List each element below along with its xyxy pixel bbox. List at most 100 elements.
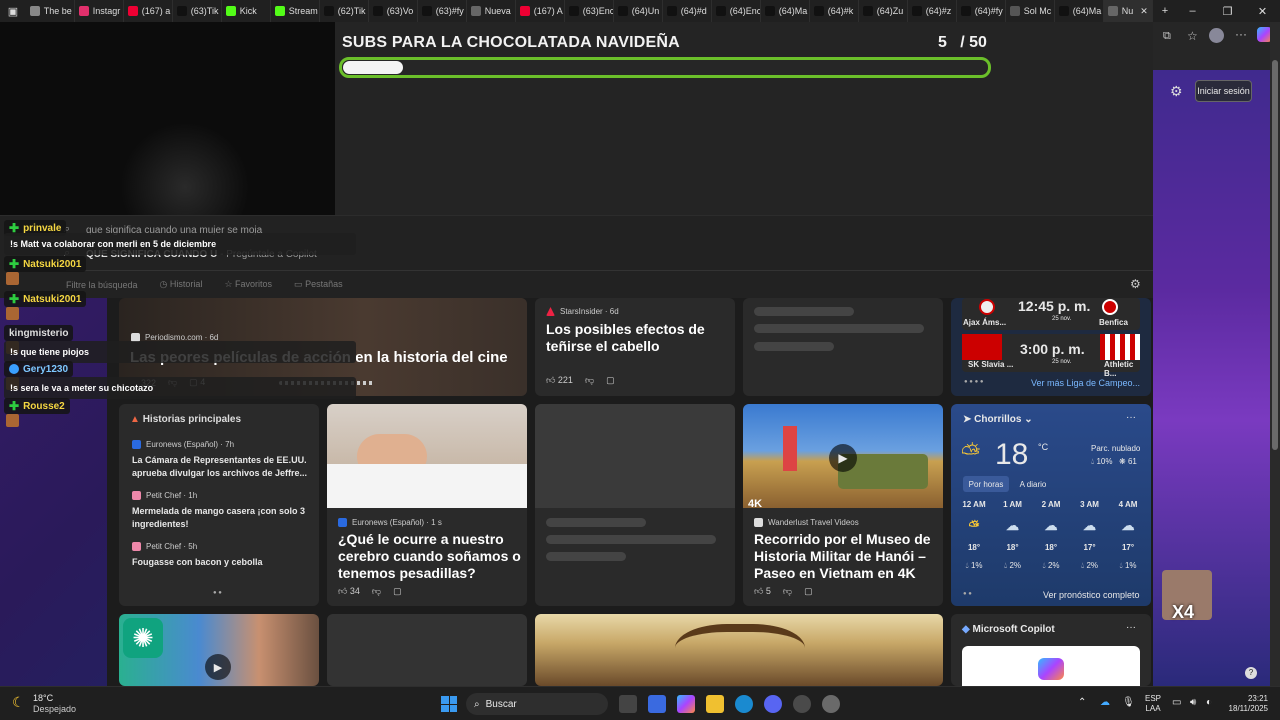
article-card-stars[interactable]: StarsInsider · 6d Los posibles efectos d… (535, 298, 735, 396)
task-view-icon[interactable] (619, 695, 637, 713)
help-icon[interactable]: ? (1245, 667, 1257, 679)
browser-tab[interactable]: (63)Tik (173, 0, 222, 22)
more-options-icon[interactable]: ··· (1126, 622, 1136, 633)
extensions-icon[interactable]: ⧉ (1163, 30, 1171, 43)
browser-tab[interactable]: Nueva (467, 0, 516, 22)
hour-forecast-item[interactable]: 1 AM ☁︎ 18° 💧︎ 2% (996, 500, 1030, 580)
onedrive-icon[interactable]: ☁ (1100, 697, 1110, 708)
video-card-museum[interactable]: 4K ▶ Wanderlust Travel Videos Recorrido … (743, 404, 943, 606)
stars-headline[interactable]: Los posibles efectos de teñirse el cabel… (546, 321, 726, 355)
hour-forecast-item[interactable]: 2 AM ☁︎ 18° 💧︎ 2% (1034, 500, 1068, 580)
browser-tab[interactable]: (63)#fy (418, 0, 467, 22)
chat-username[interactable]: kingmisterio (4, 325, 74, 341)
see-more-link[interactable]: Ver más Liga de Campeo... (1031, 378, 1140, 388)
dislike-icon[interactable]: 👎︎ (783, 586, 792, 597)
browser-tab[interactable]: (64)Ma (1055, 0, 1104, 22)
browser-tab[interactable]: Nu ✕ (1103, 0, 1153, 22)
taskbar-weather[interactable]: 18°C Despejado (33, 693, 76, 715)
chat-username[interactable]: ✚ Natsuki2001 (4, 291, 87, 307)
dislike-icon[interactable]: 👎︎ (372, 586, 381, 597)
feed-settings-icon[interactable]: ⚙ (1130, 277, 1141, 291)
museum-headline[interactable]: Recorrido por el Museo de Historia Milit… (754, 531, 939, 582)
browser-tab[interactable]: (64)#z (908, 0, 957, 22)
filter-history[interactable]: ◷ Historial (160, 279, 203, 290)
new-tab-button[interactable]: + (1155, 0, 1175, 22)
dream-headline[interactable]: ¿Qué le ocurre a nuestro cerebro cuando … (338, 531, 523, 582)
scrollbar-thumb[interactable] (1272, 60, 1278, 450)
settings-gear-icon[interactable]: ⚙ (1170, 83, 1183, 100)
browser-tab[interactable]: (63)Vo (369, 0, 418, 22)
carousel-dots[interactable]: ● ● (963, 591, 972, 597)
article-card-dreams[interactable]: Euronews (Español) · 1 s ¿Qué le ocurre … (327, 404, 527, 606)
browser-tab[interactable]: (167) a (124, 0, 173, 22)
browser-tab[interactable]: Stream (271, 0, 320, 22)
close-tab-icon[interactable]: ✕ (1140, 6, 1148, 17)
start-button[interactable] (441, 696, 457, 712)
match-row[interactable]: Ajax Áms... 12:45 p. m. 25 nov. Benfica (962, 298, 1140, 330)
favorites-icon[interactable]: ☆ (1187, 29, 1198, 43)
more-options-icon[interactable]: ··· (1126, 412, 1136, 423)
full-forecast-link[interactable]: Ver pronóstico completo (1043, 590, 1140, 600)
hour-forecast-item[interactable]: 12 AM ⛅︎ 18° 💧︎ 1% (957, 500, 991, 580)
tab-hourly[interactable]: Por horas (963, 476, 1009, 492)
microphone-icon[interactable]: 🎙︎ (1122, 697, 1135, 708)
browser-tab[interactable]: (167) A (516, 0, 565, 22)
like-count[interactable]: 👍︎ 34 (338, 586, 360, 597)
browser-tab[interactable]: Sol Mc (1006, 0, 1055, 22)
minimize-button[interactable]: – (1175, 0, 1210, 22)
tab-daily[interactable]: A diario (1013, 476, 1053, 492)
carousel-dots[interactable]: ● ● ● ● (964, 379, 984, 385)
story-item[interactable]: Euronews (Español) · 7h La Cámara de Rep… (132, 440, 312, 480)
browser-tab[interactable]: (64)#d (663, 0, 712, 22)
comment-icon[interactable]: ▢ (393, 586, 402, 597)
network-icon[interactable]: ▭ (1172, 697, 1181, 708)
browser-tab[interactable]: (63)Enc (565, 0, 614, 22)
browser-tab[interactable]: Kick (222, 0, 271, 22)
browser-tab[interactable]: (64)Ma (761, 0, 810, 22)
app-icon[interactable] (822, 695, 840, 713)
edge-icon[interactable] (735, 695, 753, 713)
browser-tab[interactable]: (64)#k (810, 0, 859, 22)
comment-icon[interactable]: ▢ (804, 586, 813, 597)
hour-forecast-item[interactable]: 3 AM ☁︎ 17° 💧︎ 2% (1073, 500, 1107, 580)
browser-tab[interactable]: The be (26, 0, 75, 22)
browser-tab[interactable]: (62)Tik (320, 0, 369, 22)
maximize-button[interactable]: ❐ (1210, 0, 1245, 22)
chat-username[interactable]: ✚ Natsuki2001 (4, 256, 87, 272)
video-card-chatgpt[interactable]: ✺ ▶ (119, 614, 319, 686)
filter-favorites[interactable]: ☆ Favoritos (224, 279, 272, 290)
file-explorer-icon[interactable] (706, 695, 724, 713)
browser-tab[interactable]: (64)#fy (957, 0, 1006, 22)
browser-tab[interactable]: (64)Zu (859, 0, 908, 22)
sign-in-button[interactable]: Iniciar sesión (1195, 80, 1252, 102)
hour-forecast-item[interactable]: 4 AM ☁︎ 17° 💧︎ 1% (1111, 500, 1145, 580)
volume-icon[interactable]: 🔊︎ (1190, 697, 1196, 708)
like-count[interactable]: 👍︎ 5 (754, 586, 771, 597)
copilot-card[interactable]: ◆ Microsoft Copilot ··· (951, 614, 1151, 686)
article-card-tree[interactable] (535, 614, 943, 686)
weather-location[interactable]: ➤ Chorrillos ⌄ (963, 414, 1033, 425)
chrome-icon[interactable] (793, 695, 811, 713)
profile-avatar[interactable] (1209, 28, 1224, 43)
chevron-up-icon[interactable]: ⌃ (1078, 697, 1086, 708)
match-row[interactable]: SK Slavia ... 3:00 p. m. 25 nov. Athleti… (962, 334, 1140, 378)
language-indicator[interactable]: ESP LAA (1145, 694, 1161, 714)
filter-tabs[interactable]: ▭ Pestañas (294, 279, 343, 290)
chat-username[interactable]: ✚ Rousse2 (4, 398, 70, 414)
store-icon[interactable] (648, 695, 666, 713)
story-item[interactable]: Petit Chef · 5h Fougasse con bacon y ceb… (132, 542, 312, 569)
taskbar-search[interactable]: ⌕ Buscar (466, 693, 608, 715)
like-count[interactable]: 👍︎ 221 (546, 375, 573, 386)
browser-tab[interactable]: Instagr (75, 0, 124, 22)
story-item[interactable]: Petit Chef · 1h Mermelada de mango caser… (132, 491, 312, 531)
filter-search-input[interactable]: Filtre la búsqueda (66, 280, 138, 290)
chat-username[interactable]: Gery1230 (4, 361, 74, 377)
more-options-icon[interactable]: ··· (1235, 27, 1247, 41)
carousel-dots[interactable]: ● ● (213, 590, 222, 596)
discord-icon[interactable] (764, 695, 782, 713)
browser-tab[interactable]: (64)Enc (712, 0, 761, 22)
battery-icon[interactable]: ◐ (1206, 697, 1212, 708)
dislike-icon[interactable]: 👎︎ (585, 375, 594, 386)
play-icon[interactable]: ▶ (205, 654, 231, 680)
browser-tab[interactable]: (64)Un (614, 0, 663, 22)
